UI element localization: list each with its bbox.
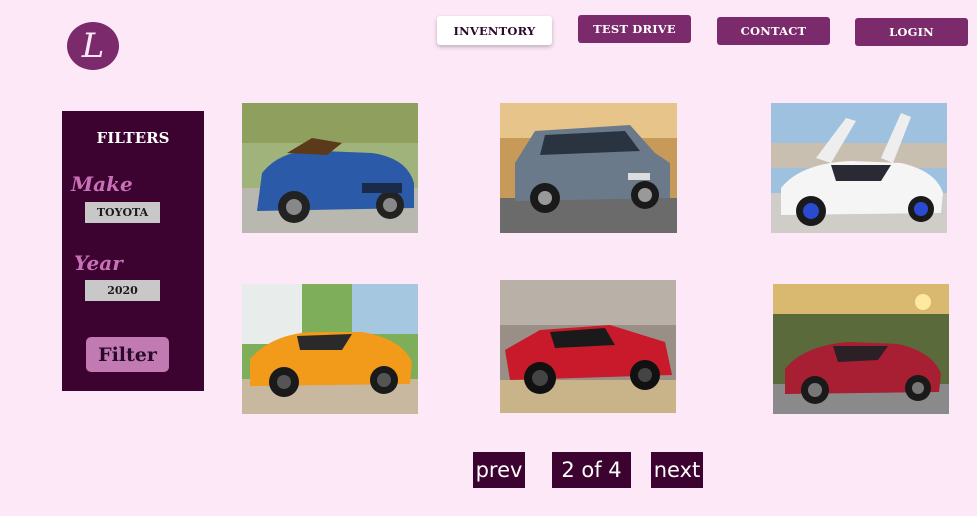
filters-title: FILTERS bbox=[96, 129, 170, 147]
car-card-red-hypercar[interactable] bbox=[500, 280, 676, 413]
prev-page-button[interactable]: prev bbox=[473, 452, 525, 488]
nav-contact-button[interactable]: CONTACT bbox=[717, 17, 830, 45]
page-indicator: 2 of 4 bbox=[552, 452, 631, 488]
nav-login-button[interactable]: LOGIN bbox=[855, 18, 968, 46]
year-select[interactable]: 2020 bbox=[85, 280, 160, 301]
car-card-blue-convertible[interactable] bbox=[242, 103, 418, 233]
car-card-orange-sports[interactable] bbox=[242, 284, 418, 414]
year-label: Year bbox=[74, 251, 123, 275]
logo-letter: L bbox=[81, 26, 105, 66]
next-page-button[interactable]: next bbox=[651, 452, 703, 488]
car-image-grey-suv bbox=[500, 103, 677, 233]
car-image-red-hypercar bbox=[500, 280, 676, 413]
nav-test-drive-button[interactable]: TEST DRIVE bbox=[578, 15, 691, 43]
car-image-white-supercar bbox=[771, 103, 947, 233]
make-label: Make bbox=[71, 172, 133, 196]
make-select[interactable]: TOYOTA bbox=[85, 202, 160, 223]
car-card-red-coupe[interactable] bbox=[773, 284, 949, 414]
filter-button[interactable]: Filter bbox=[86, 337, 169, 372]
nav-inventory-button[interactable]: INVENTORY bbox=[437, 16, 552, 45]
car-card-grey-suv[interactable] bbox=[500, 103, 677, 233]
car-image-orange-sports bbox=[242, 284, 418, 414]
car-image-blue-convertible bbox=[242, 103, 418, 233]
car-image-red-coupe bbox=[773, 284, 949, 414]
brand-logo[interactable]: L bbox=[67, 22, 119, 70]
car-card-white-supercar[interactable] bbox=[771, 103, 947, 233]
filters-panel: FILTERS Make TOYOTA Year 2020 Filter bbox=[62, 111, 204, 391]
